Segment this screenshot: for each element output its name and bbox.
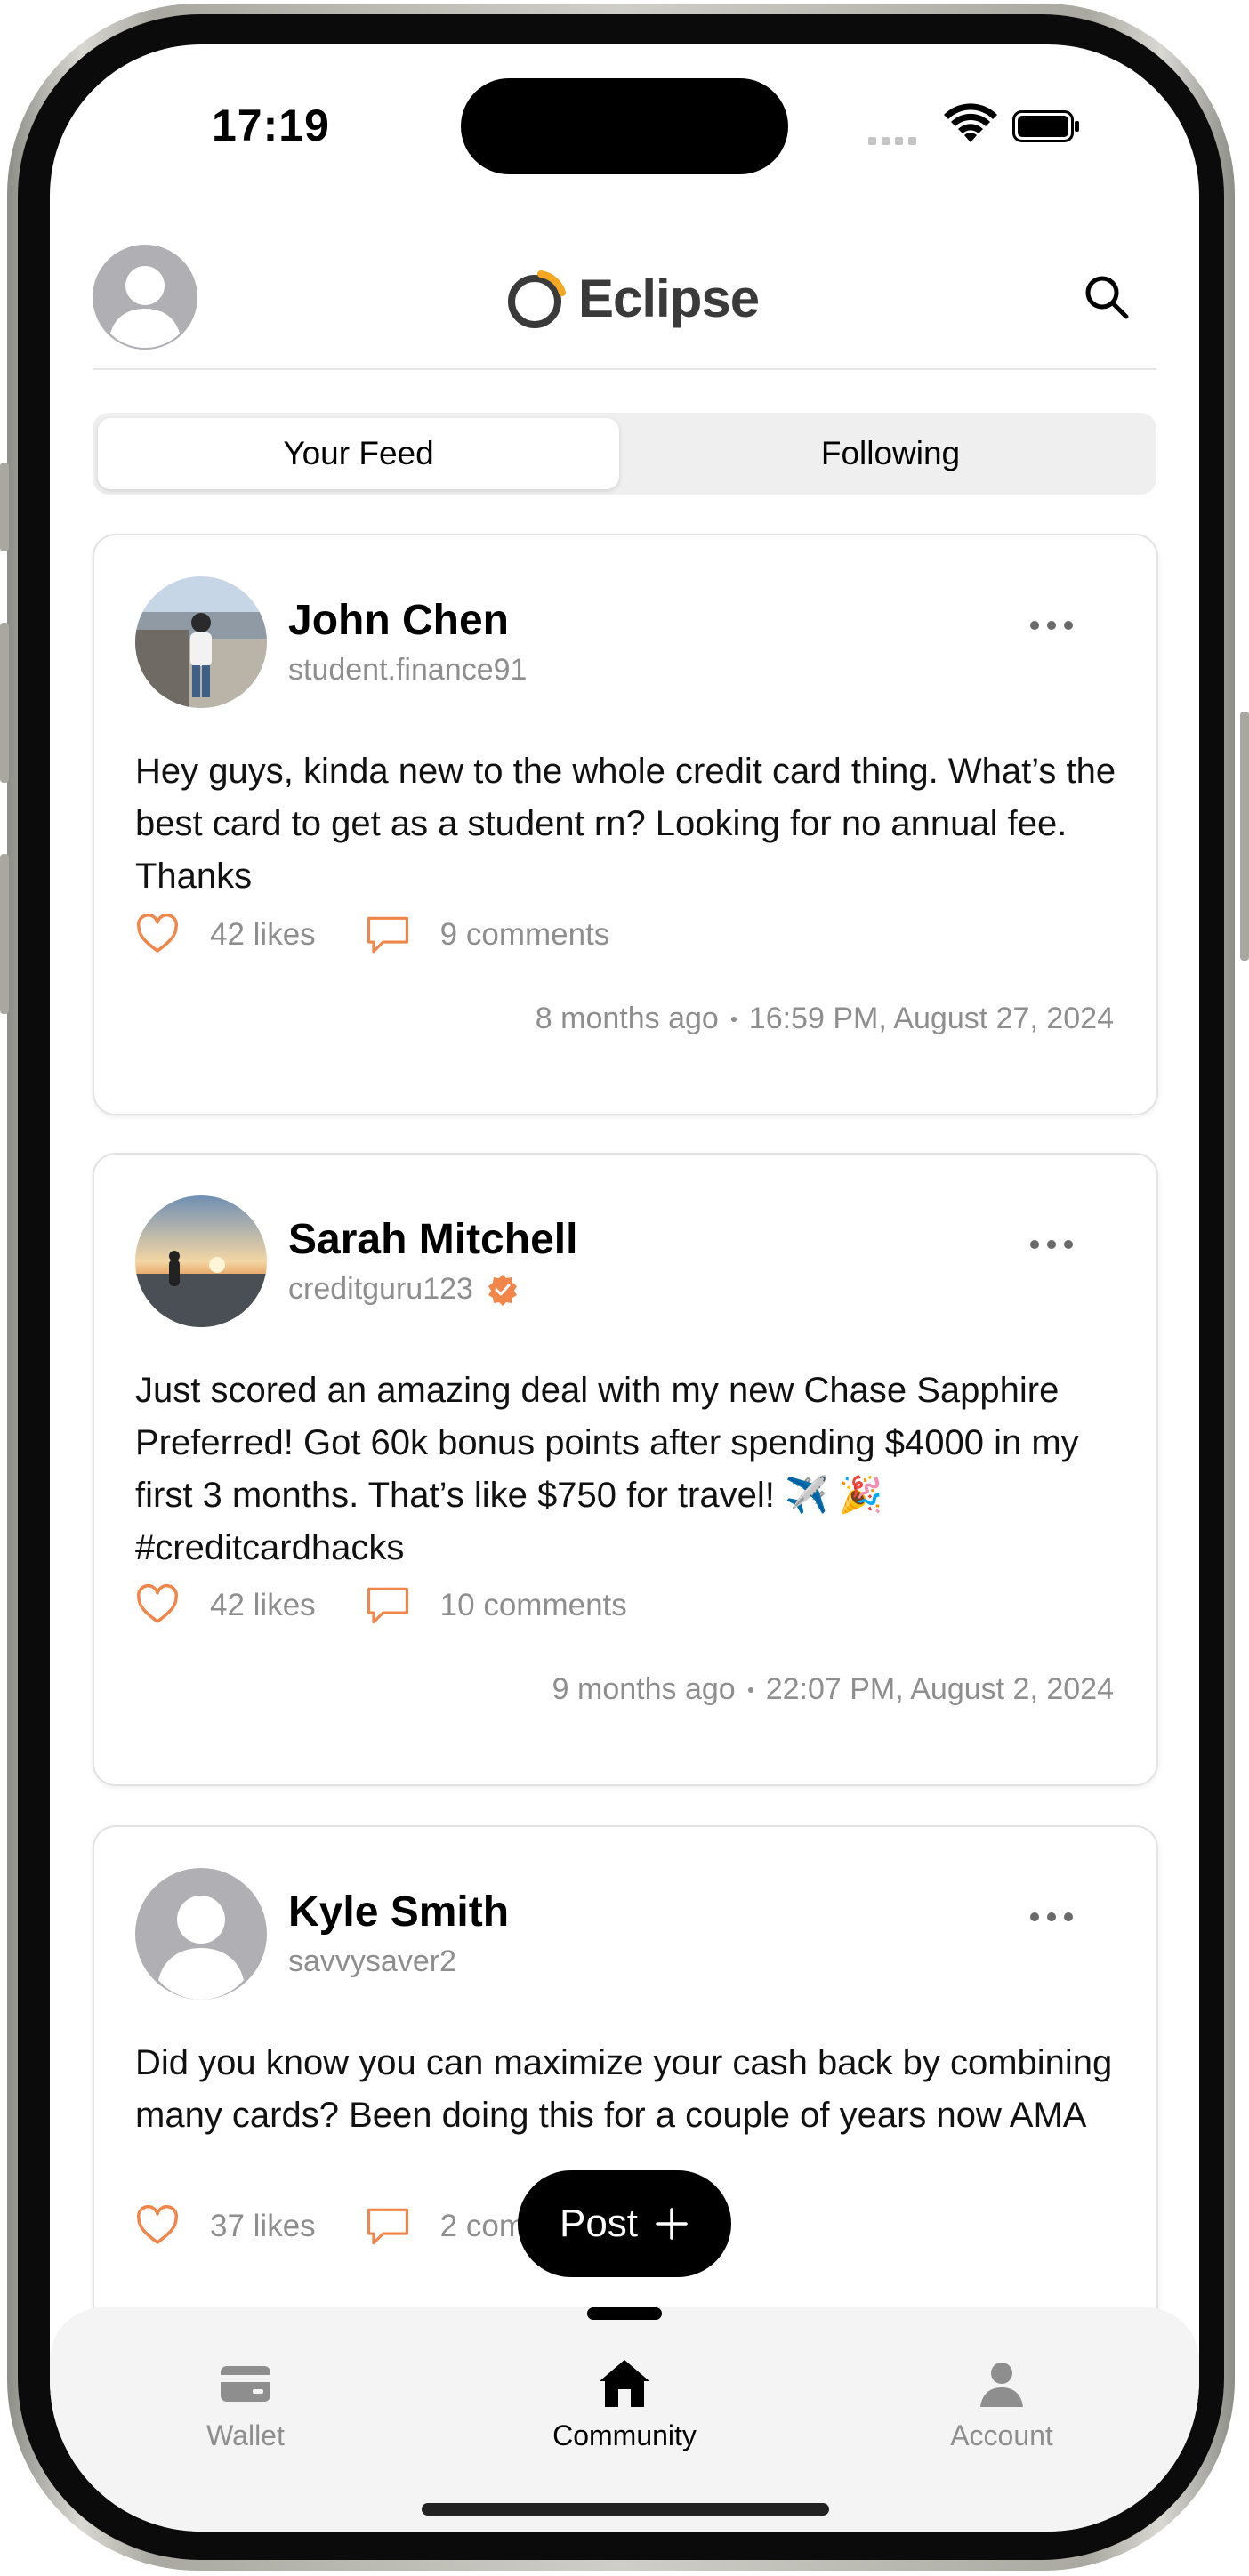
heart-icon[interactable] [135,2204,180,2249]
eclipse-logo-icon [508,270,566,328]
nav-account-label: Account [950,2419,1053,2451]
home-indicator[interactable] [422,2503,829,2516]
plus-icon [656,2208,688,2240]
post-meta: 8 months ago 16:59 PM, August 27, 2024 [536,1002,1114,1036]
side-button [1240,712,1249,961]
relative-time: 8 months ago [535,1002,719,1035]
post-author-handle: savvysaver2 [288,1944,456,1979]
separator-dot [747,1686,753,1693]
user-photo [135,576,267,708]
post-author-handle: student.finance91 [288,653,527,688]
heart-icon[interactable] [135,1583,180,1628]
post-body: Did you know you can maximize your cash … [135,2043,1113,2135]
avatar[interactable] [135,1195,267,1327]
nav-community-label: Community [552,2419,697,2451]
header-divider [93,368,1156,370]
comment-icon[interactable] [366,2204,410,2249]
person-icon [158,1896,244,2000]
wifi-icon [944,103,997,142]
wallet-icon [221,2366,270,2402]
person-icon [110,266,180,348]
handle-text: creditguru123 [288,1272,473,1306]
battery-icon [1012,110,1079,142]
handle-text: student.finance91 [288,653,528,687]
user-photo [135,1195,267,1327]
search-icon[interactable] [1082,272,1132,322]
likes-count: 42 likes [210,917,316,952]
nav-wallet-label: Wallet [206,2419,285,2451]
new-post-button[interactable]: Post [518,2170,731,2277]
sheet-grabber[interactable] [587,2307,662,2320]
avatar[interactable] [135,576,267,708]
dynamic-island [461,78,788,174]
post-card[interactable]: John Chen student.finance91 Hey guys, ki… [93,534,1158,1115]
post-body: Hey guys, kinda new to the whole credit … [135,752,1116,896]
screen: 17:19 Eclipse Your Feed Following John C… [50,44,1199,2532]
profile-avatar-button[interactable] [93,245,197,350]
nav-account[interactable]: Account [895,2355,1108,2452]
side-button [0,623,9,783]
side-button [0,463,9,551]
avatar[interactable] [135,1868,267,2000]
tab-following[interactable]: Following [630,418,1151,489]
brand-logo: Eclipse [505,258,760,338]
post-author-name[interactable]: Kyle Smith [288,1888,509,1936]
person-icon [980,2363,1023,2407]
home-icon [600,2360,649,2407]
handle-text: savvysaver2 [288,1944,456,1978]
heart-icon[interactable] [135,913,180,957]
post-author-name[interactable]: Sarah Mitchell [288,1215,577,1264]
comments-count[interactable]: 9 comments [440,917,610,953]
relative-time: 9 months ago [552,1672,736,1706]
tab-your-feed[interactable]: Your Feed [98,418,619,489]
new-post-label: Post [559,2202,639,2245]
post-timestamp: 22:07 PM, August 2, 2024 [765,1672,1114,1706]
more-options-icon[interactable] [1030,621,1073,630]
post-meta: 9 months ago 22:07 PM, August 2, 2024 [552,1672,1114,1707]
side-button [0,854,9,1014]
nav-wallet[interactable]: Wallet [139,2355,352,2452]
comment-icon[interactable] [366,1583,410,1628]
more-options-icon[interactable] [1030,1912,1073,1921]
post-author-handle: creditguru123 [288,1272,520,1307]
brand-name: Eclipse [578,268,760,328]
comments-count[interactable]: 10 comments [440,1588,627,1623]
status-time: 17:19 [212,101,330,150]
post-author-name[interactable]: John Chen [288,596,509,645]
post-timestamp: 16:59 PM, August 27, 2024 [748,1002,1114,1035]
separator-dot [730,1016,737,1022]
more-options-icon[interactable] [1030,1240,1073,1249]
verified-badge-icon [488,1274,517,1306]
post-actions: 42 likes 10 comments [135,1583,627,1628]
feed-segmented-control: Your Feed Following [93,413,1156,495]
post-body: Just scored an amazing deal with my new … [135,1371,1079,1567]
post-card[interactable]: Sarah Mitchell creditguru123 Just scored… [93,1153,1158,1786]
post-actions: 42 likes 9 comments [135,913,609,957]
likes-count: 42 likes [210,1588,316,1622]
nav-community[interactable]: Community [518,2355,731,2452]
likes-count: 37 likes [210,2209,316,2243]
cellular-signal-icon [868,133,922,149]
comment-icon[interactable] [366,913,410,957]
